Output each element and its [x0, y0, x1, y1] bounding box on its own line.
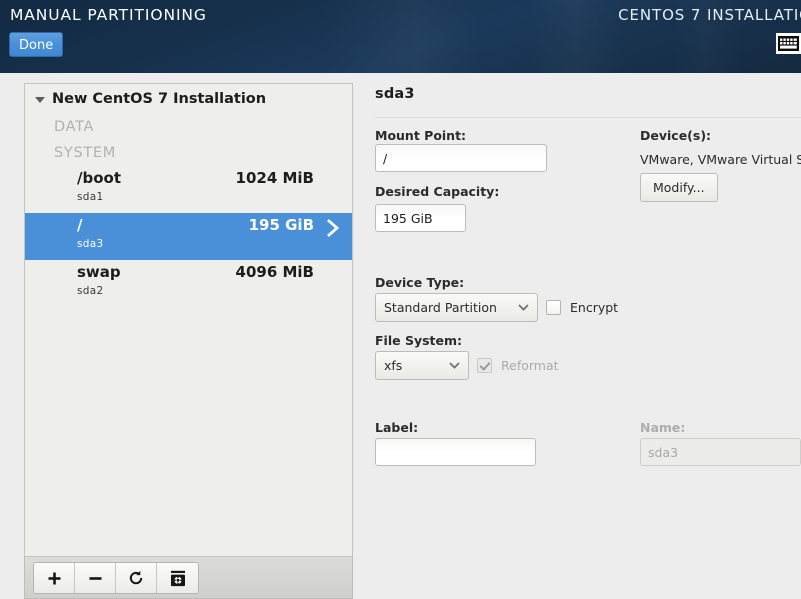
- partition-device: sda3: [77, 238, 104, 250]
- devices-value: VMware, VMware Virtual S: [640, 152, 801, 167]
- device-type-value: Standard Partition: [384, 300, 497, 315]
- partition-toolbar: [24, 557, 353, 599]
- partition-toolbar-buttons: [33, 562, 199, 594]
- manual-partitioning-screen: MANUAL PARTITIONING CENTOS 7 INSTALLATIO…: [0, 0, 801, 599]
- list-item[interactable]: swap sda2 4096 MiB: [25, 260, 352, 307]
- desired-capacity-label: Desired Capacity:: [375, 184, 500, 199]
- encrypt-label: Encrypt: [570, 300, 619, 315]
- title-divider: [375, 117, 801, 118]
- app-header: MANUAL PARTITIONING CENTOS 7 INSTALLATIO…: [0, 0, 801, 73]
- chevron-down-icon: [518, 304, 529, 311]
- mount-point-input[interactable]: [375, 144, 547, 172]
- partition-size: 195 GiB: [248, 216, 314, 234]
- devices-label: Device(s):: [640, 128, 712, 143]
- partition-device: sda2: [77, 285, 104, 297]
- reformat-label: Reformat: [501, 358, 559, 373]
- section-header-data: DATA: [54, 119, 95, 135]
- encrypt-checkbox[interactable]: [546, 300, 561, 315]
- label-field-label: Label:: [375, 420, 419, 435]
- partition-mountpoint: /boot: [77, 169, 121, 187]
- file-system-value: xfs: [384, 358, 403, 373]
- add-partition-button[interactable]: [34, 563, 75, 593]
- partition-mountpoint: swap: [77, 263, 121, 281]
- keyboard-icon[interactable]: [776, 33, 801, 54]
- list-item[interactable]: /boot sda1 1024 MiB: [25, 166, 352, 213]
- name-field-label: Name:: [640, 420, 686, 435]
- installation-group-title: New CentOS 7 Installation: [52, 91, 267, 107]
- partition-device: sda1: [77, 191, 104, 203]
- page-title: MANUAL PARTITIONING: [10, 6, 207, 24]
- reformat-checkbox-row[interactable]: Reformat: [477, 358, 559, 373]
- partition-mountpoint: /: [77, 216, 83, 234]
- remove-partition-button[interactable]: [75, 563, 116, 593]
- chevron-right-icon: [326, 219, 340, 237]
- chevron-down-icon: [449, 362, 460, 369]
- file-system-label: File System:: [375, 333, 463, 348]
- done-button[interactable]: Done: [9, 32, 64, 57]
- partition-details-panel: sda3 Mount Point: Desired Capacity: Devi…: [362, 83, 801, 599]
- selected-partition-title: sda3: [375, 86, 415, 102]
- device-type-label: Device Type:: [375, 275, 465, 290]
- device-type-select[interactable]: Standard Partition: [375, 293, 538, 322]
- list-item[interactable]: / sda3 195 GiB: [25, 213, 352, 260]
- installation-group-header[interactable]: New CentOS 7 Installation: [25, 84, 352, 114]
- modify-button[interactable]: Modify...: [640, 173, 718, 202]
- section-header-system: SYSTEM: [54, 145, 116, 161]
- encrypt-checkbox-row[interactable]: Encrypt: [546, 300, 618, 315]
- partition-list-panel: New CentOS 7 Installation DATA SYSTEM /b…: [24, 83, 353, 557]
- refresh-icon[interactable]: [116, 563, 157, 593]
- partition-size: 4096 MiB: [235, 263, 314, 281]
- desired-capacity-input[interactable]: [375, 204, 466, 232]
- reformat-checkbox[interactable]: [477, 358, 492, 373]
- file-system-select[interactable]: xfs: [375, 351, 469, 380]
- partition-size: 1024 MiB: [235, 169, 314, 187]
- expand-triangle-icon[interactable]: [35, 96, 45, 103]
- installer-title: CENTOS 7 INSTALLATION: [618, 6, 801, 24]
- mount-point-label: Mount Point:: [375, 128, 467, 143]
- storage-icon[interactable]: [157, 563, 198, 593]
- name-input: [640, 438, 801, 466]
- label-input[interactable]: [375, 438, 536, 466]
